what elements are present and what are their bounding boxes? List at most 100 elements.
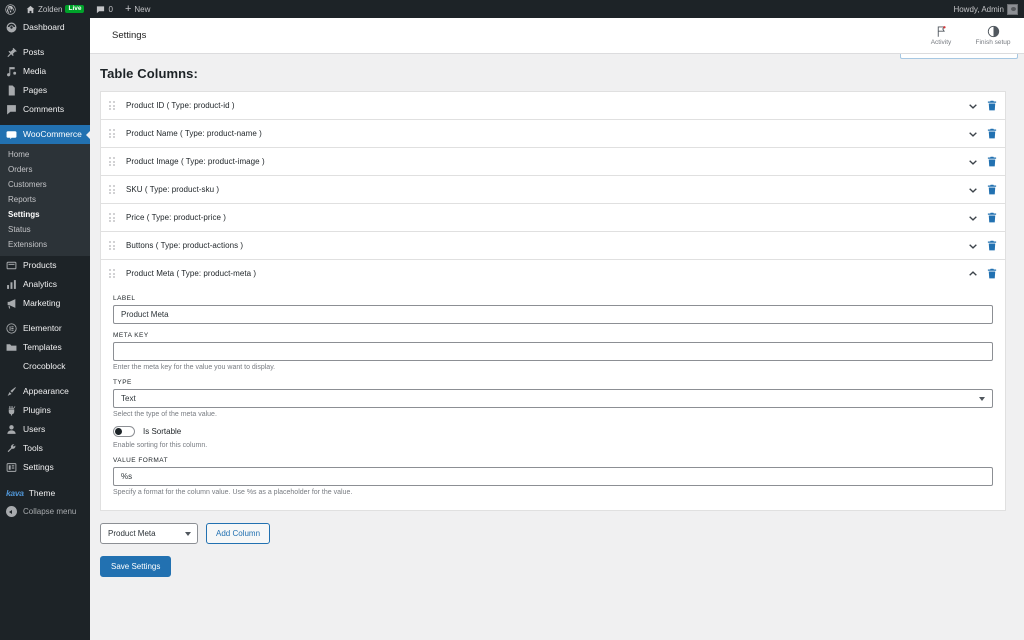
collapse-menu-button[interactable]: Collapse menu — [0, 502, 90, 521]
progress-circle-icon — [987, 25, 999, 38]
trash-icon[interactable] — [987, 128, 997, 139]
pin-icon — [6, 47, 17, 58]
sidebar-subitem-orders[interactable]: Orders — [0, 162, 90, 177]
type-select[interactable]: Text — [113, 389, 993, 408]
chevron-up-icon[interactable] — [968, 269, 978, 279]
comment-bubble-icon — [97, 5, 105, 13]
sidebar-item-products[interactable]: Products — [0, 256, 90, 275]
trash-icon[interactable] — [987, 156, 997, 167]
is-sortable-toggle[interactable] — [113, 426, 135, 437]
sidebar-item-elementor[interactable]: Elementor — [0, 319, 90, 338]
sidebar-item-label: Posts — [23, 47, 45, 58]
sidebar-item-templates[interactable]: Templates — [0, 338, 90, 357]
meta-key-input[interactable] — [113, 342, 993, 361]
meta-key-field-label: META KEY — [113, 332, 149, 339]
sidebar-item-crocoblock[interactable]: Crocoblock — [0, 357, 90, 376]
wordpress-logo-button[interactable] — [0, 0, 20, 18]
add-column-button[interactable]: Add Column — [206, 523, 271, 544]
woocommerce-submenu[interactable]: Home Orders Customers Reports Settings S… — [0, 144, 90, 256]
sliders-icon — [6, 462, 17, 473]
label-input[interactable]: Product Meta — [113, 305, 993, 324]
activity-label: Activity — [930, 39, 952, 46]
page-icon — [6, 85, 17, 96]
value-format-input[interactable]: %s — [113, 467, 993, 486]
account-menu[interactable]: Howdy, Admin — [947, 0, 1024, 18]
column-row-buttons[interactable]: Buttons ( Type: product-actions ) — [100, 231, 1006, 259]
chevron-down-icon[interactable] — [968, 213, 978, 223]
sidebar-item-plugins[interactable]: Plugins — [0, 401, 90, 420]
sidebar-item-woocommerce[interactable]: WooCommerce — [0, 125, 90, 144]
site-name-button[interactable]: Zolden Live — [20, 0, 90, 18]
sidebar-subitem-status[interactable]: Status — [0, 222, 90, 237]
column-row-product-meta[interactable]: Product Meta ( Type: product-meta ) — [100, 259, 1006, 287]
drag-handle-icon[interactable] — [109, 184, 117, 195]
chevron-down-icon[interactable] — [968, 129, 978, 139]
sidebar-item-users[interactable]: Users — [0, 420, 90, 439]
comment-icon — [6, 104, 17, 115]
toggle-knob — [115, 428, 122, 435]
sidebar-item-label: Analytics — [23, 279, 58, 290]
row-controls — [968, 184, 999, 195]
trash-icon[interactable] — [987, 100, 997, 111]
sidebar-item-theme[interactable]: kava Theme — [0, 483, 90, 502]
sidebar-subitem-settings[interactable]: Settings — [0, 207, 90, 222]
collapse-menu-label: Collapse menu — [23, 507, 77, 516]
sidebar-item-tools[interactable]: Tools — [0, 439, 90, 458]
sidebar-item-settings[interactable]: Settings — [0, 458, 90, 477]
type-select-value: Text — [121, 394, 136, 403]
wordpress-logo-icon — [5, 3, 16, 15]
sidebar-item-comments[interactable]: Comments — [0, 100, 90, 119]
chevron-down-icon[interactable] — [968, 101, 978, 111]
comments-button[interactable]: 0 — [90, 0, 118, 18]
row-controls — [968, 128, 999, 139]
drag-handle-icon[interactable] — [109, 156, 117, 167]
sidebar-subitem-home[interactable]: Home — [0, 147, 90, 162]
woocommerce-icon — [6, 129, 17, 140]
chevron-down-icon[interactable] — [968, 241, 978, 251]
activity-panel-button[interactable]: Activity — [920, 25, 962, 46]
is-sortable-row[interactable]: Is Sortable — [113, 426, 993, 437]
admin-sidebar[interactable]: Dashboard Posts Media Pages Comments Woo… — [0, 18, 90, 640]
column-row-sku[interactable]: SKU ( Type: product-sku ) — [100, 175, 1006, 203]
sidebar-item-dashboard[interactable]: Dashboard — [0, 18, 90, 37]
table-columns-list: Product ID ( Type: product-id ) Product … — [100, 91, 1006, 511]
media-icon — [6, 66, 17, 77]
dashboard-icon — [6, 22, 17, 33]
drag-handle-icon[interactable] — [109, 268, 117, 279]
finish-setup-button[interactable]: Finish setup — [972, 25, 1014, 46]
finish-setup-label: Finish setup — [975, 39, 1011, 46]
sidebar-subitem-extensions[interactable]: Extensions — [0, 237, 90, 252]
add-column-select[interactable]: Product Meta — [100, 523, 198, 544]
sidebar-item-pages[interactable]: Pages — [0, 81, 90, 100]
collapse-arrow-icon — [6, 506, 17, 517]
sidebar-item-media[interactable]: Media — [0, 62, 90, 81]
sidebar-subitem-customers[interactable]: Customers — [0, 177, 90, 192]
sidebar-item-posts[interactable]: Posts — [0, 43, 90, 62]
sidebar-item-analytics[interactable]: Analytics — [0, 275, 90, 294]
sidebar-item-appearance[interactable]: Appearance — [0, 382, 90, 401]
drag-handle-icon[interactable] — [109, 100, 117, 111]
sidebar-item-marketing[interactable]: Marketing — [0, 294, 90, 313]
trash-icon[interactable] — [987, 212, 997, 223]
is-sortable-label: Is Sortable — [143, 427, 182, 436]
column-settings-panel: LABEL Product Meta META KEY Enter the me… — [100, 287, 1006, 511]
chevron-down-icon[interactable] — [968, 157, 978, 167]
trash-icon[interactable] — [987, 184, 997, 195]
drag-handle-icon[interactable] — [109, 212, 117, 223]
column-row-product-image[interactable]: Product Image ( Type: product-image ) — [100, 147, 1006, 175]
sidebar-item-label: Media — [23, 66, 47, 77]
new-content-button[interactable]: + New — [119, 0, 156, 18]
trash-icon[interactable] — [987, 268, 997, 279]
column-row-product-name[interactable]: Product Name ( Type: product-name ) — [100, 119, 1006, 147]
drag-handle-icon[interactable] — [109, 128, 117, 139]
column-row-price[interactable]: Price ( Type: product-price ) — [100, 203, 1006, 231]
sidebar-subitem-reports[interactable]: Reports — [0, 192, 90, 207]
drag-handle-icon[interactable] — [109, 240, 117, 251]
column-row-product-id[interactable]: Product ID ( Type: product-id ) — [100, 91, 1006, 119]
chevron-down-icon[interactable] — [968, 185, 978, 195]
main-content: Table Columns: Product ID ( Type: produc… — [90, 54, 1024, 640]
field-gap — [113, 324, 993, 332]
howdy-label: Howdy, Admin — [953, 4, 1004, 14]
trash-icon[interactable] — [987, 240, 997, 251]
save-settings-button[interactable]: Save Settings — [100, 556, 172, 577]
